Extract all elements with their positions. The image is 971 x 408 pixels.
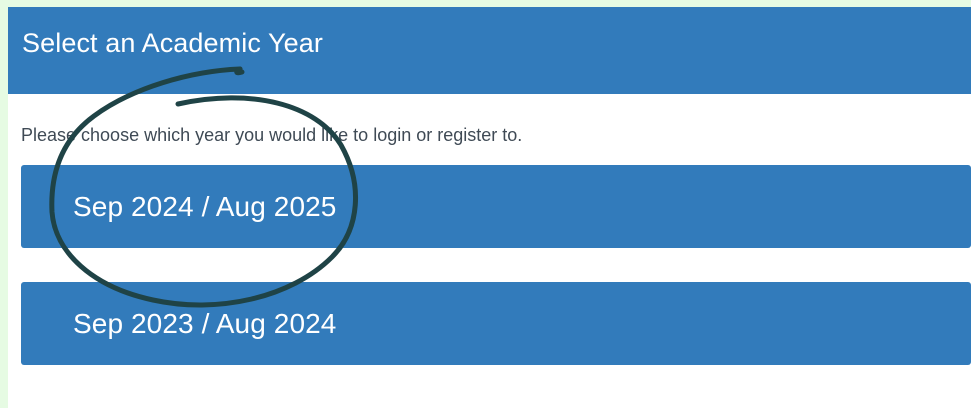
academic-year-label: Sep 2024 / Aug 2025: [73, 190, 337, 222]
academic-year-option-2023-2024[interactable]: Sep 2023 / Aug 2024: [21, 282, 971, 365]
modal-body: Please choose which year you would like …: [8, 94, 971, 408]
academic-year-option-2024-2025[interactable]: Sep 2024 / Aug 2025: [21, 165, 971, 248]
background-left-strip: [0, 0, 8, 408]
modal-header: Select an Academic Year: [8, 7, 971, 94]
academic-year-modal: Select an Academic Year Please choose wh…: [8, 7, 971, 408]
modal-title: Select an Academic Year: [22, 28, 324, 58]
instruction-text: Please choose which year you would like …: [21, 125, 523, 145]
background-top-strip: [0, 0, 971, 7]
academic-year-label: Sep 2023 / Aug 2024: [73, 307, 337, 339]
